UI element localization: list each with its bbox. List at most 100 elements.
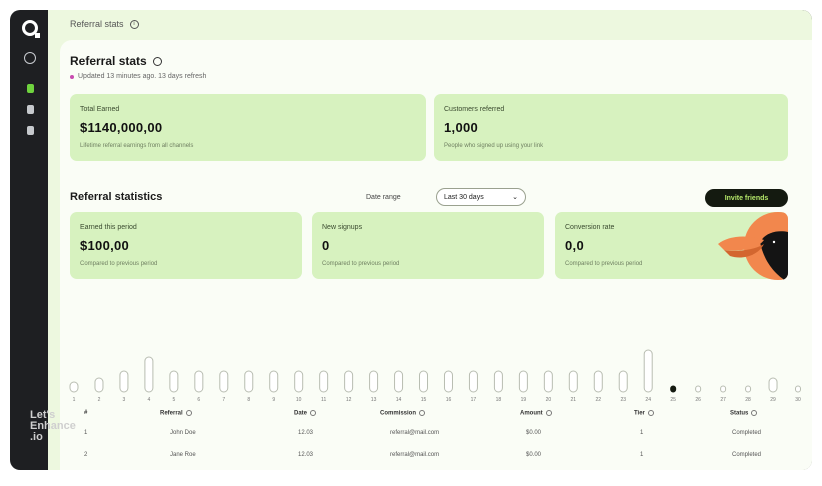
chart-bar[interactable] bbox=[568, 370, 578, 393]
sort-icon[interactable] bbox=[185, 410, 192, 416]
stat-note: Compared to previous period bbox=[322, 261, 400, 267]
chart-bar[interactable] bbox=[69, 381, 79, 393]
page-title: Referral stats bbox=[70, 54, 162, 68]
column-tier-label: Tier bbox=[634, 410, 645, 417]
chart-bar[interactable] bbox=[194, 370, 204, 393]
chart-bar[interactable] bbox=[419, 370, 429, 393]
chart-x-tick: 5 bbox=[172, 397, 175, 403]
chart-x-tick: 11 bbox=[321, 397, 326, 403]
chart-bar[interactable] bbox=[518, 370, 528, 393]
chart-bar[interactable] bbox=[695, 385, 702, 393]
status-dot-icon bbox=[70, 74, 74, 79]
cell-date: 12.03 bbox=[298, 430, 314, 436]
sort-icon[interactable] bbox=[419, 410, 426, 416]
column-commission-label: Commission bbox=[380, 410, 417, 417]
column-status[interactable]: Status bbox=[730, 410, 758, 417]
cell-date: 12.03 bbox=[298, 452, 314, 458]
chart-bar[interactable] bbox=[269, 370, 279, 393]
chart-bar[interactable] bbox=[144, 356, 154, 393]
wallet-nav-icon[interactable] bbox=[26, 126, 34, 135]
chart-bar[interactable] bbox=[768, 377, 778, 393]
cell-tier: 1 bbox=[640, 452, 644, 458]
table-row[interactable]: 1 John Doe 12.03 referral@mail.com $0.00… bbox=[60, 430, 812, 442]
stat-card-period-earned: Earned this period $100,00 Compared to p… bbox=[70, 212, 302, 279]
stat-card-total-earned: Total Earned $1140,000,00 Lifetime refer… bbox=[70, 94, 426, 161]
chart-x-tick: 12 bbox=[346, 397, 352, 403]
stat-label: Total Earned bbox=[80, 106, 120, 113]
column-amount-label: Amount bbox=[520, 410, 543, 417]
chart-x-tick: 14 bbox=[396, 397, 402, 403]
chart-bar[interactable] bbox=[443, 370, 453, 393]
breadcrumb-label[interactable]: Referral stats bbox=[70, 19, 124, 29]
info-icon[interactable] bbox=[152, 56, 162, 66]
info-icon[interactable]: i bbox=[129, 19, 139, 29]
chart-x-tick: 7 bbox=[222, 397, 225, 403]
documents-nav-icon[interactable] bbox=[26, 105, 34, 114]
sort-icon[interactable] bbox=[751, 410, 758, 416]
column-referral[interactable]: Referral bbox=[160, 410, 192, 417]
column-index: # bbox=[84, 410, 88, 416]
chart-bar[interactable] bbox=[745, 385, 752, 393]
chart-bar[interactable] bbox=[319, 370, 329, 393]
chart-bar[interactable] bbox=[169, 370, 179, 393]
watermark-line: .io bbox=[30, 431, 43, 443]
chart-bar[interactable] bbox=[618, 370, 628, 393]
column-date[interactable]: Date bbox=[294, 410, 317, 417]
column-date-label: Date bbox=[294, 410, 308, 417]
chart-x-tick: 8 bbox=[247, 397, 250, 403]
icon-rail bbox=[10, 10, 50, 470]
cell-status: Completed bbox=[732, 452, 762, 458]
chart-x-tick: 19 bbox=[521, 397, 527, 403]
chart-x-tick: 10 bbox=[296, 397, 302, 403]
chart-x-tick: 16 bbox=[446, 397, 452, 403]
chart-x-tick: 1 bbox=[73, 397, 76, 403]
chart-bar[interactable] bbox=[94, 377, 104, 393]
chart-bar[interactable] bbox=[294, 370, 304, 393]
stat-card-new-signups: New signups 0 Compared to previous perio… bbox=[312, 212, 544, 279]
chart-bar[interactable] bbox=[720, 385, 727, 393]
chart-x-tick: 30 bbox=[795, 397, 801, 403]
clock-icon[interactable] bbox=[24, 52, 36, 64]
chart-bar[interactable] bbox=[344, 370, 354, 393]
toucan-illustration bbox=[718, 212, 788, 280]
stat-value: 0,0 bbox=[565, 238, 584, 253]
stat-label: Customers referred bbox=[444, 106, 505, 113]
chart-bar[interactable] bbox=[795, 385, 801, 393]
cell-referral: Jane Roe bbox=[170, 452, 196, 458]
chart-bar[interactable] bbox=[493, 370, 503, 393]
date-range-select[interactable]: Last 30 days ⌄ bbox=[436, 188, 526, 206]
chart-bar[interactable] bbox=[543, 370, 553, 393]
sort-icon[interactable] bbox=[647, 410, 654, 416]
invite-button[interactable]: Invite friends bbox=[705, 189, 788, 207]
cell-index: 2 bbox=[84, 452, 88, 458]
table-row[interactable]: 2 Jane Roe 12.03 referral@mail.com $0.00… bbox=[60, 452, 812, 464]
cell-referral: John Doe bbox=[170, 430, 196, 436]
breadcrumb: Referral stats i bbox=[70, 19, 139, 29]
chart-bar[interactable] bbox=[244, 370, 254, 393]
chart-x-tick: 13 bbox=[371, 397, 377, 403]
chart-bar[interactable] bbox=[670, 385, 677, 393]
chart-bar[interactable] bbox=[119, 370, 129, 393]
chart-bar[interactable] bbox=[468, 370, 478, 393]
column-commission[interactable]: Commission bbox=[380, 410, 426, 417]
dashboard-nav-icon[interactable] bbox=[26, 84, 34, 93]
app-logo-icon[interactable] bbox=[22, 20, 40, 38]
cell-amount: $0.00 bbox=[526, 430, 542, 436]
chart-bar[interactable] bbox=[394, 370, 404, 393]
chart-bar[interactable] bbox=[643, 349, 653, 393]
content-panel: Referral stats Updated 13 minutes ago. 1… bbox=[60, 40, 812, 470]
chart-bar[interactable] bbox=[369, 370, 379, 393]
page-subtitle: Updated 13 minutes ago. 13 days refresh bbox=[70, 73, 206, 80]
cell-amount: $0.00 bbox=[526, 452, 542, 458]
chart-bar[interactable] bbox=[593, 370, 603, 393]
watermark: Let's Enhance .io bbox=[30, 410, 76, 443]
chart-x-tick: 17 bbox=[471, 397, 477, 403]
sort-icon[interactable] bbox=[545, 410, 552, 416]
chevron-down-icon: ⌄ bbox=[512, 194, 518, 201]
chart-bar[interactable] bbox=[219, 370, 229, 393]
column-amount[interactable]: Amount bbox=[520, 410, 552, 417]
column-tier[interactable]: Tier bbox=[634, 410, 654, 417]
sort-icon[interactable] bbox=[310, 410, 317, 416]
stat-value: 0 bbox=[322, 238, 330, 253]
stat-note: Lifetime referral earnings from all chan… bbox=[80, 143, 194, 149]
